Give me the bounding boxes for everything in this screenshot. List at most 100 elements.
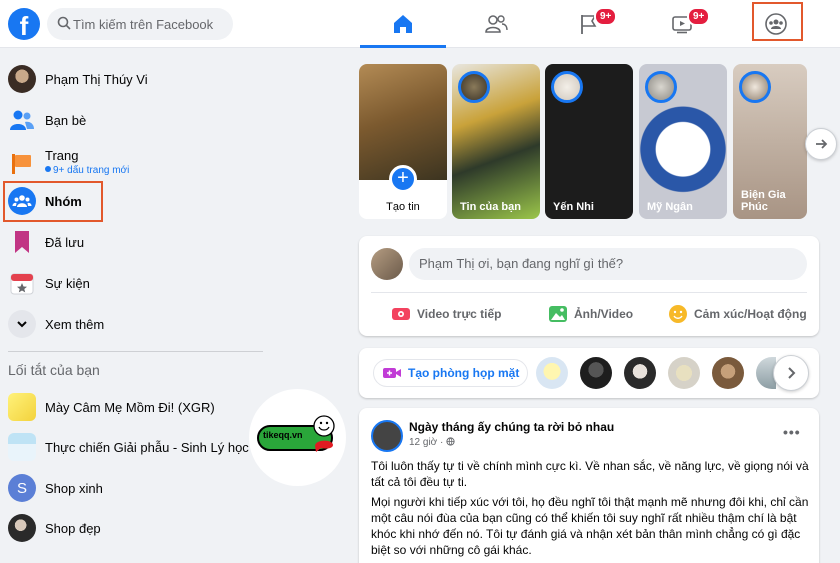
story-create[interactable]: + Tạo tin [359,64,447,219]
sidebar-item-label: Sự kiện [45,275,90,291]
avatar [8,65,36,93]
photo-icon [549,306,567,322]
notification-badge: 9+ [594,7,618,26]
smiley-icon [669,305,687,323]
story-avatar [458,71,490,103]
watermark-logo: tikeqq.vn [249,389,346,486]
tab-watch[interactable]: 9+ [639,0,725,48]
shortcut-item[interactable]: S Shop xinh [8,469,258,507]
sidebar-item-see-more[interactable]: Xem thêm [8,305,258,343]
plus-icon: + [389,165,417,193]
notification-badge: 9+ [687,7,711,26]
pages-label: Trang [45,148,79,163]
shortcut-label: Shop đẹp [45,520,101,536]
feeling-activity-button[interactable]: Cảm xúc/Hoạt động [668,302,807,326]
action-label: Video trực tiếp [417,307,502,321]
chevron-down-icon [8,310,36,338]
shortcut-label: Mày Câm Mẹ Mồm Đi! (XGR) [45,399,215,415]
action-label: Ảnh/Video [574,307,634,321]
sidebar-divider [8,351,263,352]
search-box[interactable] [47,8,233,40]
arrow-right-icon [816,139,828,149]
tab-home[interactable] [360,0,446,48]
avatar [8,514,36,542]
contact-avatar[interactable] [624,357,656,389]
sidebar-item-pages[interactable]: Trang 9+ dấu trang mới [8,142,258,182]
search-input[interactable] [73,8,228,40]
profile-photo [359,64,447,180]
chevron-right-icon [788,367,796,379]
facebook-logo[interactable]: f [8,8,40,40]
post-paragraph: Mọi người khi tiếp xúc với tôi, họ đều n… [371,495,809,557]
more-options-button[interactable]: ••• [783,424,801,440]
story-name: Yến Nhi [553,201,594,213]
page-avatar[interactable] [371,420,403,452]
smiley-icon [313,415,335,437]
top-navbar: f 9+ 9+ [0,0,840,48]
group-thumbnail [8,393,36,421]
speech-bubble-icon [315,440,333,452]
post-timestamp[interactable]: 12 giờ · [409,437,455,448]
contact-avatar[interactable] [712,357,744,389]
live-video-button[interactable]: Video trực tiếp [391,302,502,326]
sidebar-item-label: Xem thêm [45,316,105,332]
sidebar-item-label: Bạn bè [45,112,87,128]
live-video-icon [392,308,410,320]
story-name: Biện Gia Phúc [741,189,786,213]
watermark-text: tikeqq.vn [263,430,303,440]
calendar-icon [8,269,36,297]
pages-subtext-label: 9+ dấu trang mới [53,165,130,176]
composer-divider [371,292,807,293]
contact-avatar[interactable] [668,357,700,389]
create-room-button[interactable]: Tạo phòng họp mặt [373,359,529,387]
story-avatar [645,71,677,103]
post-author[interactable]: Ngày tháng ấy chúng ta rời bỏ nhau [409,420,614,434]
post-composer: Phạm Thị ơi, bạn đang nghĩ gì thế? Video… [359,236,819,336]
globe-icon [446,437,455,446]
sidebar-profile[interactable]: Phạm Thị Thúy Vi [8,60,258,98]
sidebar-item-saved[interactable]: Đã lưu [8,223,258,261]
sidebar-item-events[interactable]: Sự kiện [8,264,258,302]
story-avatar [739,71,771,103]
shortcut-item[interactable]: Shop đẹp [8,509,258,547]
tab-pages[interactable]: 9+ [546,0,632,48]
contact-avatar[interactable] [536,357,568,389]
composer-input[interactable]: Phạm Thị ơi, bạn đang nghĩ gì thế? [409,248,807,280]
rooms-next-button[interactable] [773,355,809,391]
story-card[interactable]: Biện Gia Phúc [733,64,807,219]
story-name: Tạo tin [386,201,420,213]
story-name: Tin của bạn [460,201,521,213]
group-thumbnail [8,433,36,461]
shortcut-item[interactable]: Mày Câm Mẹ Mồm Đi! (XGR) [8,388,258,426]
shortcut-label: Thực chiến Giải phẫu - Sinh Lý học [45,439,249,455]
sidebar-item-label: Trang 9+ dấu trang mới [45,148,129,176]
sidebar-item-label: Đã lưu [45,234,85,250]
highlight-frame-groups-item [3,181,103,222]
friends-icon [8,106,36,134]
bookmark-icon [8,228,36,256]
video-camera-plus-icon [383,368,401,378]
shortcut-item[interactable]: Thực chiến Giải phẫu - Sinh Lý học [8,428,258,466]
flag-icon [8,148,36,176]
pages-subtext: 9+ dấu trang mới [45,165,129,176]
sidebar-item-friends[interactable]: Bạn bè [8,101,258,139]
story-card[interactable]: Yến Nhi [545,64,633,219]
shortcut-label: Shop xinh [45,480,103,496]
tab-friends[interactable] [453,0,539,48]
action-label: Cảm xúc/Hoạt động [694,307,807,321]
unread-dot-icon [45,166,51,172]
story-name: Mỹ Ngân [647,201,693,213]
search-icon [57,16,71,30]
shortcuts-heading: Lối tắt của bạn [8,362,100,378]
highlight-frame-groups-tab [752,2,803,41]
story-card[interactable]: Mỹ Ngân [639,64,727,219]
post-time-label: 12 giờ · [409,437,444,448]
photo-video-button[interactable]: Ảnh/Video [548,302,633,326]
contact-avatar[interactable] [580,357,612,389]
feed-post: Ngày tháng ấy chúng ta rời bỏ nhau 12 gi… [359,408,819,563]
story-card[interactable]: Tin của bạn [452,64,540,219]
create-room-label: Tạo phòng họp mặt [408,366,520,380]
stories-next-button[interactable] [805,128,837,160]
avatar [371,248,403,280]
rooms-bar: Tạo phòng họp mặt [359,348,819,398]
